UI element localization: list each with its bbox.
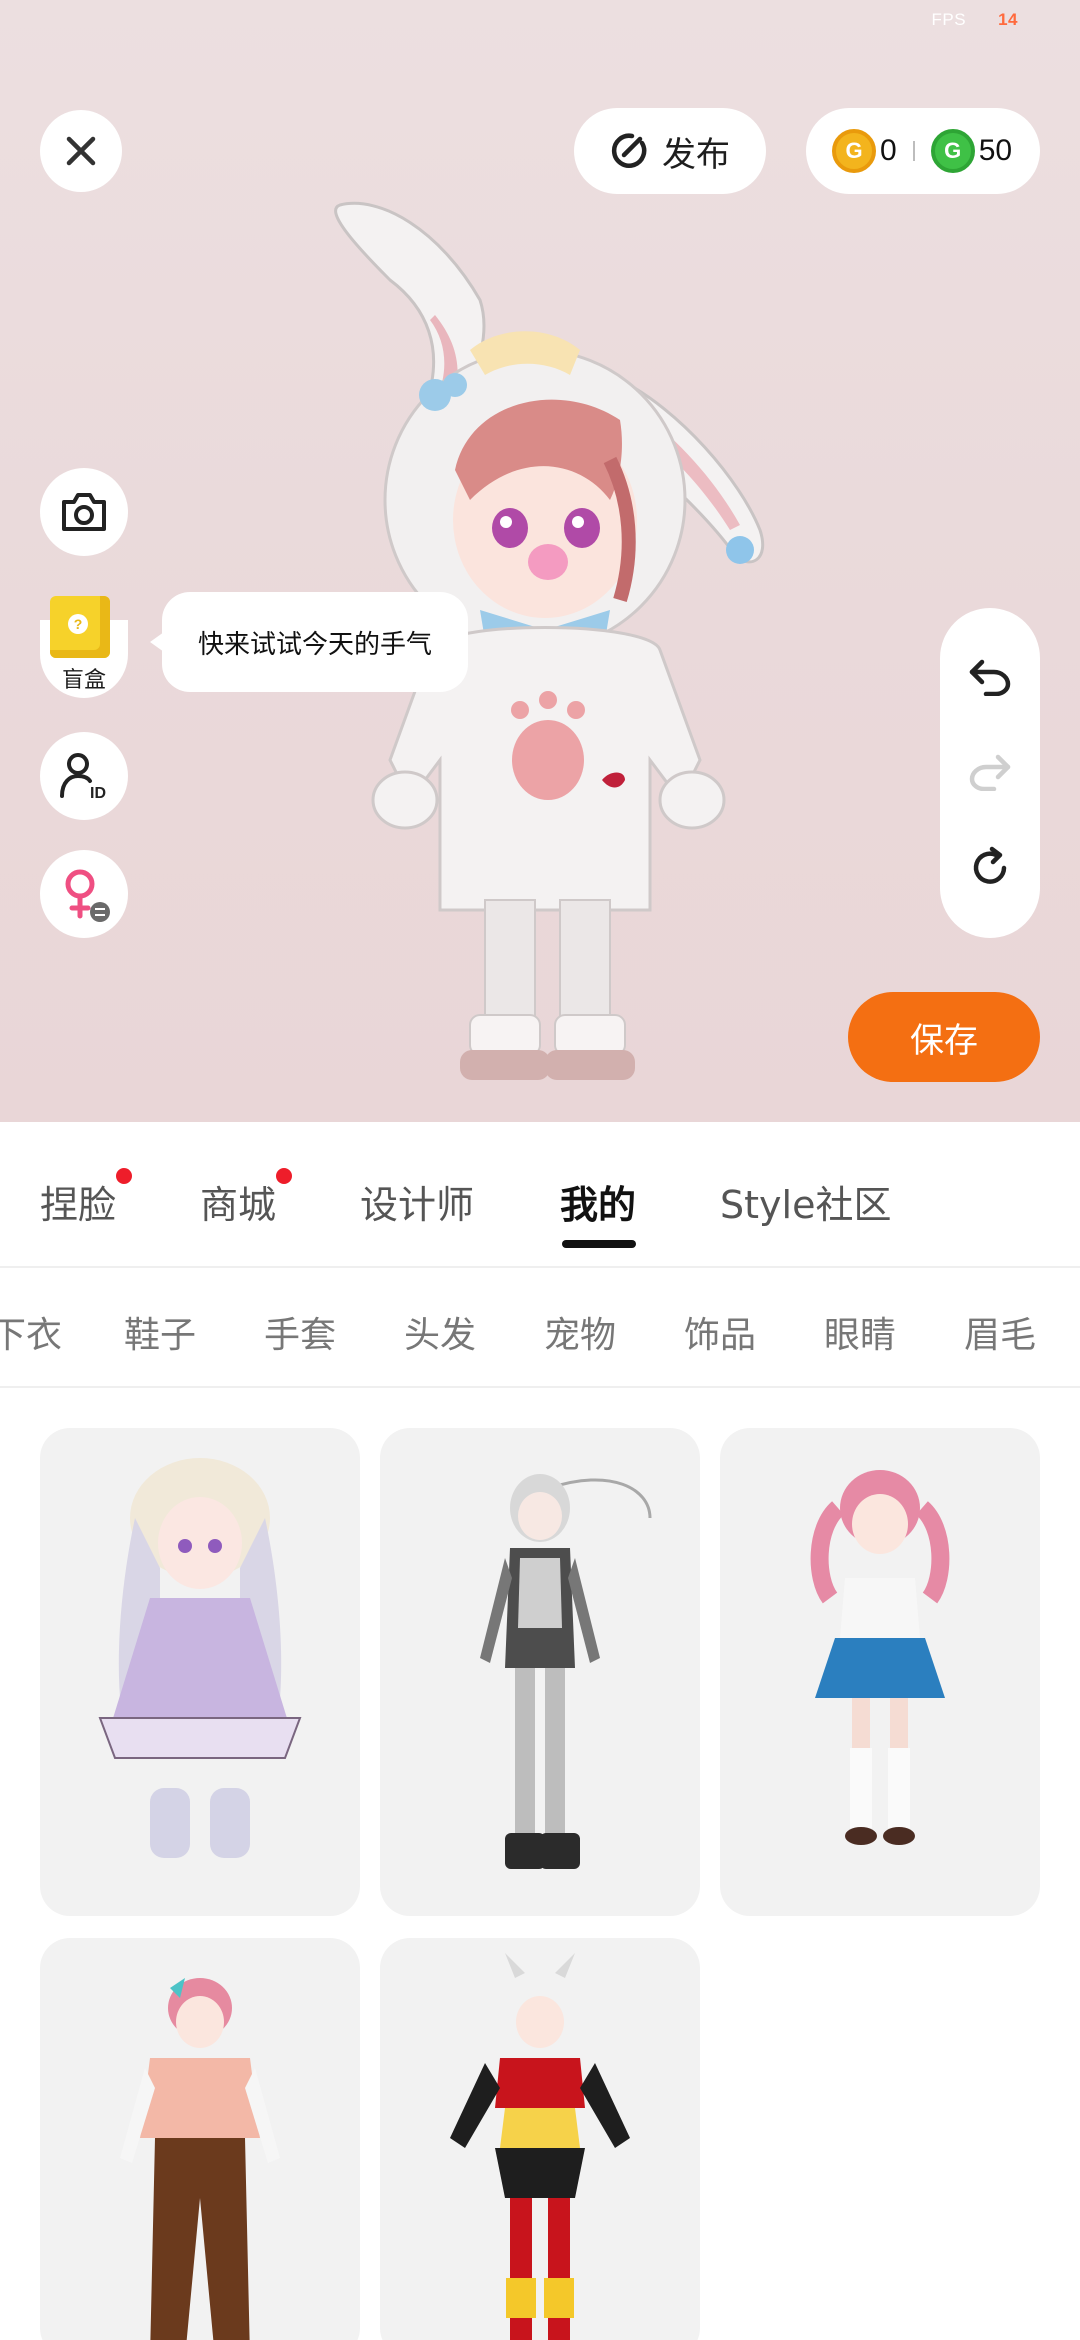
category-gloves[interactable]: 手套 (264, 1306, 336, 1358)
avatar-gray-tech-image (480, 1474, 652, 1869)
blind-box-tooltip: 快来试试今天的手气 (150, 592, 468, 692)
avatar-pink-twintail-school-image (810, 1470, 950, 1845)
tab-label: 我的 (560, 1183, 637, 1227)
category-eyebrows[interactable]: 眉毛 (964, 1306, 1036, 1358)
blind-box-icon: ? (50, 596, 110, 658)
avatar-lavender-dress-image (98, 1458, 302, 1858)
category-eyes[interactable]: 眼睛 (824, 1306, 896, 1358)
notification-badge (116, 1168, 133, 1184)
close-button[interactable] (40, 110, 122, 192)
publish-button[interactable]: 发布 (574, 108, 766, 194)
avatar-id-button[interactable]: ID (40, 732, 128, 820)
outfit-card[interactable] (380, 1428, 700, 1916)
tab-face[interactable]: 捏脸 (40, 1168, 133, 1229)
fps-value: 14 (998, 10, 1018, 29)
fps-counter: FPS 14 (932, 10, 1018, 30)
gold-coin-icon: G (832, 129, 876, 173)
camera-button[interactable] (40, 468, 128, 556)
tab-label: 商城 (200, 1183, 277, 1227)
category-accessories[interactable]: 饰品 (684, 1306, 756, 1358)
main-tabs: 捏脸 商城 设计师 我的 Style社区 (0, 1122, 1080, 1268)
history-controls (940, 608, 1040, 938)
avatar-pink-jacket-brown-pants-image (120, 1978, 280, 2340)
publish-label: 发布 (662, 134, 730, 175)
svg-text:ID: ID (90, 785, 106, 802)
outfit-card[interactable] (40, 1938, 360, 2340)
user-id-icon: ID (60, 753, 106, 802)
outfit-card[interactable] (380, 1938, 700, 2340)
avatar-red-horned-armor-image (450, 1953, 630, 2340)
tab-label: Style社区 (720, 1183, 892, 1227)
category-tabs: 下衣 鞋子 手套 头发 宠物 饰品 眼睛 眉毛 (0, 1270, 1080, 1388)
outfit-card[interactable] (40, 1428, 360, 1916)
category-shoes[interactable]: 鞋子 (124, 1306, 196, 1358)
category-hair[interactable]: 头发 (404, 1306, 476, 1358)
active-tab-indicator (562, 1240, 636, 1248)
gender-switch-button[interactable] (40, 850, 128, 938)
tab-label: 捏脸 (40, 1183, 117, 1227)
camera-icon (62, 493, 106, 531)
green-coin-icon: G (930, 129, 975, 173)
blind-box-button[interactable]: ? 盲盒 (40, 596, 128, 698)
tooltip-text: 快来试试今天的手气 (197, 629, 432, 660)
tab-shop[interactable]: 商城 (200, 1168, 293, 1229)
currency-balance[interactable]: G 0 G 50 (806, 108, 1040, 194)
tab-style-community[interactable]: Style社区 (720, 1174, 891, 1229)
outfit-card[interactable] (720, 1428, 1040, 1916)
publish-icon (611, 133, 647, 168)
category-bottoms[interactable]: 下衣 (0, 1306, 62, 1358)
undo-icon[interactable] (968, 656, 1012, 696)
currency-divider (912, 141, 915, 161)
tab-mine[interactable]: 我的 (560, 1174, 636, 1229)
tab-label: 设计师 (360, 1183, 475, 1227)
fps-label: FPS (931, 10, 967, 29)
save-button[interactable]: 保存 (848, 992, 1040, 1082)
green-coin-count: 50 (978, 134, 1013, 167)
blind-box-label: 盲盒 (61, 668, 106, 693)
gold-coin-count: 0 (880, 134, 897, 167)
close-icon (66, 136, 96, 166)
notification-badge (276, 1168, 293, 1184)
avatar-preview-stage[interactable]: FPS 14 发布 G 0 G 50 ? 盲盒 快来试试今天的手气 ID 保存 (0, 0, 1080, 1122)
category-pets[interactable]: 宠物 (544, 1306, 616, 1358)
female-gender-icon (65, 869, 110, 922)
tab-designer[interactable]: 设计师 (360, 1174, 474, 1229)
reset-icon[interactable] (968, 846, 1012, 890)
redo-icon[interactable] (968, 751, 1012, 791)
